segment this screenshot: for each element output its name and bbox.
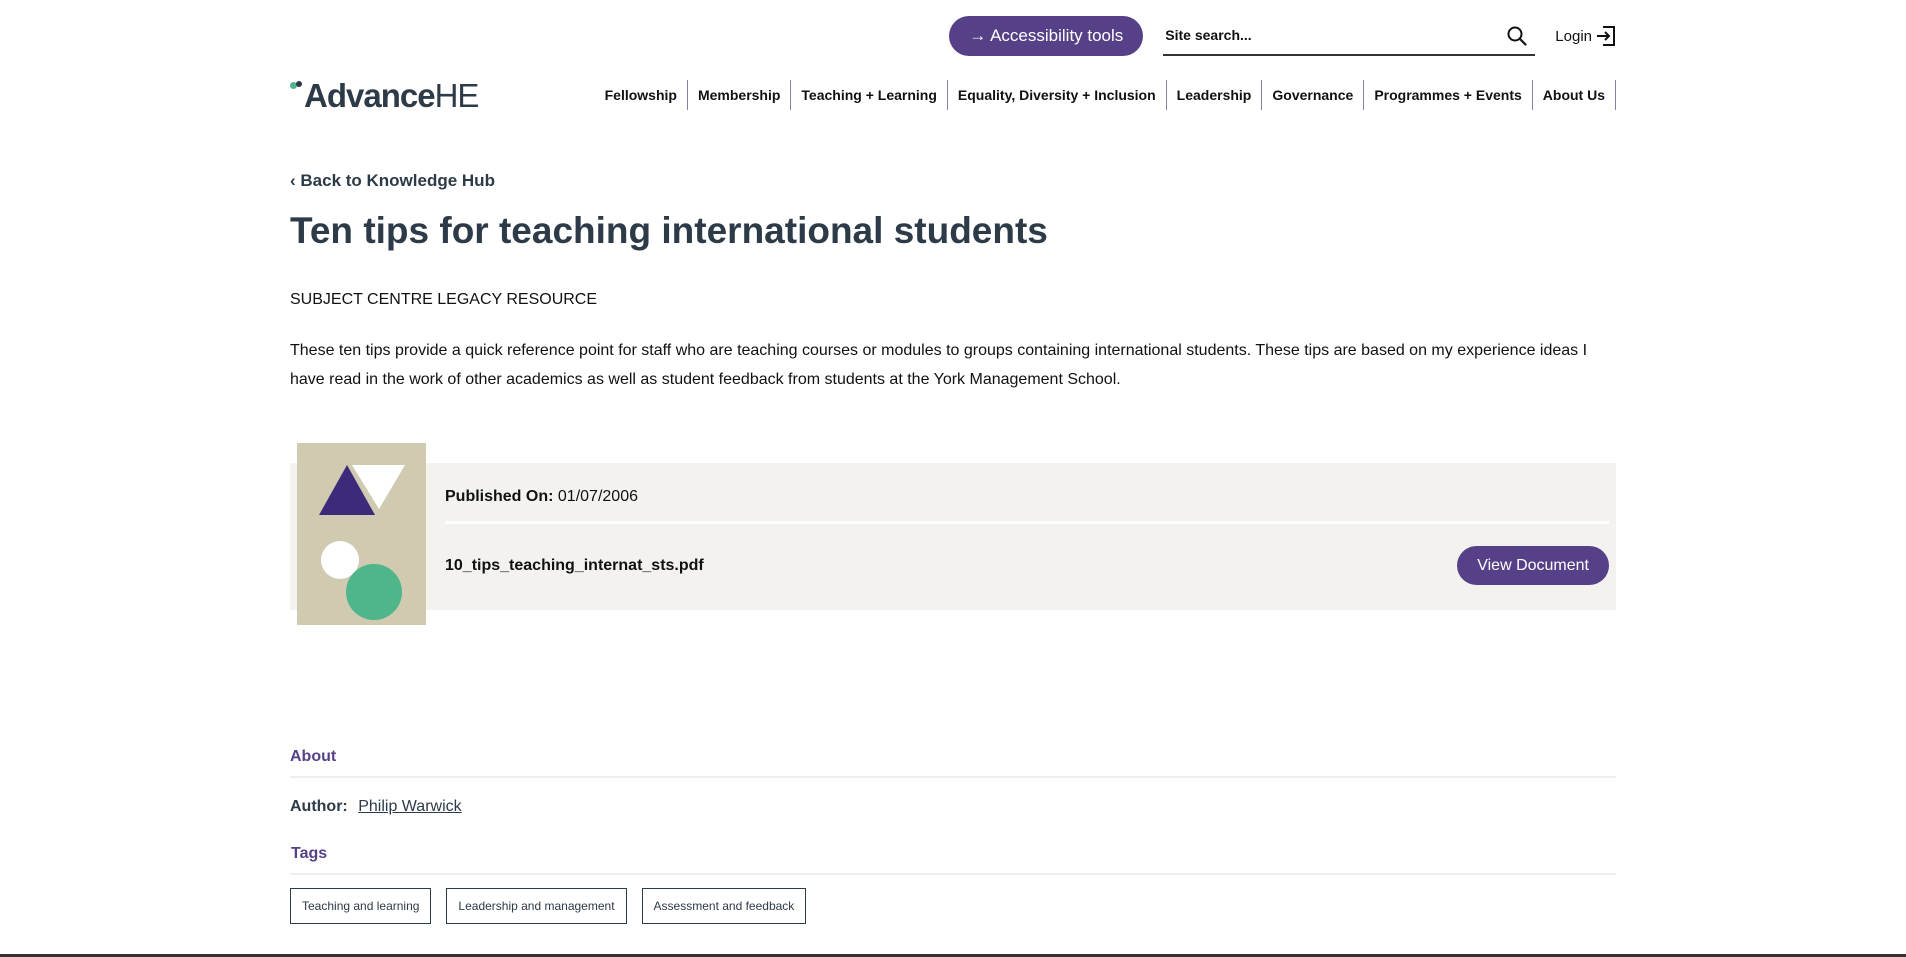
advance-he-logo[interactable]: AdvanceHE — [290, 77, 479, 114]
page-title: Ten tips for teaching international stud… — [290, 210, 1048, 251]
published-date: 01/07/2006 — [557, 488, 638, 505]
nav-about-us[interactable]: About Us — [1533, 80, 1616, 110]
published-label: Published On: — [445, 488, 554, 505]
nav-equality-diversity-inclusion[interactable]: Equality, Diversity + Inclusion — [948, 80, 1167, 110]
nav-programmes-events[interactable]: Programmes + Events — [1364, 80, 1533, 110]
site-search — [1163, 16, 1536, 56]
document-card — [290, 463, 1616, 610]
nav-teaching-learning[interactable]: Teaching + Learning — [791, 80, 948, 110]
document-divider — [445, 521, 1609, 524]
utility-bar: → Accessibility tools Login — [949, 16, 1616, 56]
tags-divider — [290, 873, 1616, 875]
back-to-knowledge-hub-link[interactable]: ‹ Back to Knowledge Hub — [290, 171, 495, 191]
published-on: Published On: 01/07/2006 — [445, 488, 638, 506]
accessibility-tools-button[interactable]: → Accessibility tools — [949, 16, 1144, 56]
login-label: Login — [1555, 27, 1592, 45]
about-heading: About — [290, 748, 337, 765]
view-document-button[interactable]: View Document — [1457, 546, 1609, 585]
main-nav: Fellowship Membership Teaching + Learnin… — [605, 80, 1616, 110]
author-link[interactable]: Philip Warwick — [358, 798, 461, 815]
login-link[interactable]: Login — [1555, 25, 1616, 47]
document-filename: 10_tips_teaching_internat_sts.pdf — [445, 557, 704, 574]
resource-type-label: SUBJECT CENTRE LEGACY RESOURCE — [290, 291, 598, 308]
search-input[interactable] — [1163, 16, 1536, 54]
tags-heading: Tags — [291, 845, 328, 862]
tag-list: Teaching and learning Leadership and man… — [290, 888, 821, 924]
search-icon[interactable] — [1507, 26, 1527, 46]
logo-dots — [290, 78, 304, 114]
nav-leadership[interactable]: Leadership — [1167, 80, 1263, 110]
tag-leadership-and-management[interactable]: Leadership and management — [446, 888, 627, 924]
document-thumbnail — [297, 443, 426, 625]
tag-assessment-and-feedback[interactable]: Assessment and feedback — [641, 888, 807, 924]
nav-membership[interactable]: Membership — [688, 80, 792, 110]
logo-wordmark: AdvanceHE — [304, 77, 479, 114]
nav-governance[interactable]: Governance — [1262, 80, 1365, 110]
author-row: Author: Philip Warwick — [290, 798, 462, 816]
resource-description: These ten tips provide a quick reference… — [290, 342, 1588, 388]
about-divider — [290, 776, 1616, 778]
thumbnail-shapes-graphic — [319, 465, 405, 620]
tag-teaching-and-learning[interactable]: Teaching and learning — [290, 888, 432, 924]
author-label: Author: — [290, 798, 348, 815]
nav-fellowship[interactable]: Fellowship — [605, 80, 688, 110]
login-icon — [1597, 26, 1615, 46]
